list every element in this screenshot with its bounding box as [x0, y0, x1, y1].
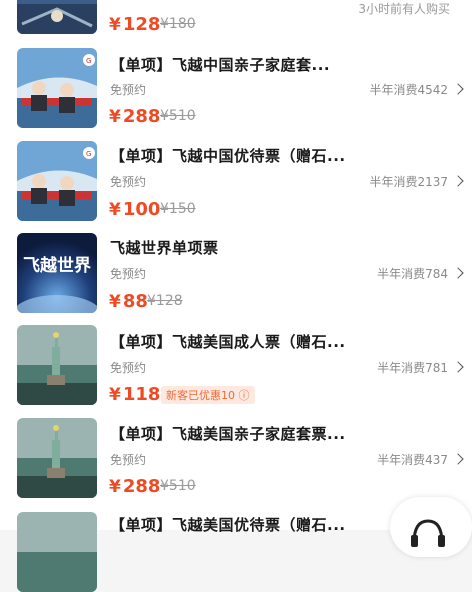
product-card-partial-top[interactable]: ¥128 ¥180 3小时前有人购买	[0, 0, 472, 46]
product-title: 【单项】飞越美国成人票（赠石...	[110, 333, 346, 351]
product-thumbnail: G	[17, 141, 97, 221]
no-reservation-tag: 免预约	[110, 175, 147, 189]
no-reservation-tag: 免预约	[110, 361, 147, 375]
statue-of-liberty-image	[17, 418, 97, 498]
original-price: ¥510	[160, 478, 196, 494]
product-thumbnail: G	[17, 48, 97, 128]
price: ¥128	[109, 14, 161, 35]
chevron-right-icon	[452, 175, 464, 187]
product-card[interactable]: G 【单项】飞越中国亲子家庭套... 免预约 半年消费4542 ¥288 ¥51…	[0, 46, 472, 139]
sales-count: 半年消费4542	[369, 83, 448, 97]
recent-purchase-note: 3小时前有人购买	[358, 2, 450, 16]
product-card[interactable]: 【单项】飞越美国亲子家庭套票... 免预约 半年消费437 ¥288 ¥510	[0, 415, 472, 507]
price: ¥288	[109, 106, 161, 127]
product-thumbnail	[17, 418, 97, 498]
statue-of-liberty-image	[17, 325, 97, 405]
chevron-right-icon	[452, 83, 464, 95]
flying-theater-image	[17, 0, 97, 34]
chevron-right-icon	[452, 267, 464, 279]
product-thumbnail	[17, 325, 97, 405]
product-thumbnail	[17, 0, 97, 34]
price: ¥88	[109, 291, 148, 312]
sales-count: 半年消费2137	[369, 175, 448, 189]
product-title: 【单项】飞越中国亲子家庭套...	[110, 56, 331, 74]
sales-count: 半年消费437	[377, 453, 448, 467]
original-price: ¥150	[160, 201, 196, 217]
price: ¥100	[109, 199, 161, 220]
product-title: 飞越世界单项票	[110, 239, 219, 257]
product-card[interactable]: G 【单项】飞越中国优待票（赠石... 免预约 半年消费2137 ¥100 ¥1…	[0, 139, 472, 231]
no-reservation-tag: 免预约	[110, 83, 147, 97]
svg-text:G: G	[86, 57, 91, 65]
flying-theater-image: G	[17, 141, 97, 221]
info-icon: ⓘ	[238, 389, 250, 402]
no-reservation-tag: 免预约	[110, 267, 147, 281]
product-title: 【单项】飞越中国优待票（赠石...	[110, 147, 346, 165]
product-card[interactable]: 飞越世界 飞越世界单项票 免预约 半年消费784 ¥88 ¥128	[0, 231, 472, 322]
sales-count: 半年消费784	[377, 267, 448, 281]
original-price: ¥128	[147, 293, 183, 309]
product-title: 【单项】飞越美国亲子家庭套票...	[110, 425, 346, 443]
headset-icon	[411, 519, 445, 547]
poster-text: 飞越世界	[23, 255, 91, 276]
sales-count: 半年消费781	[377, 361, 448, 375]
chevron-right-icon	[452, 361, 464, 373]
svg-text:G: G	[86, 150, 91, 158]
product-title: 【单项】飞越美国优待票（赠石...	[110, 516, 346, 534]
world-poster-image: 飞越世界	[17, 233, 97, 313]
price: ¥288	[109, 476, 161, 497]
no-reservation-tag: 免预约	[110, 453, 147, 467]
price: ¥118	[109, 384, 161, 405]
customer-service-button[interactable]	[390, 497, 472, 557]
new-customer-discount-badge: 新客已优惠10 ⓘ	[161, 386, 255, 404]
product-thumbnail	[17, 512, 97, 592]
product-card[interactable]: 【单项】飞越美国成人票（赠石... 免预约 半年消费781 ¥118 新客已优惠…	[0, 322, 472, 415]
product-thumbnail: 飞越世界	[17, 233, 97, 313]
original-price: ¥510	[160, 108, 196, 124]
original-price: ¥180	[160, 16, 196, 32]
chevron-right-icon	[452, 453, 464, 465]
flying-theater-image: G	[17, 48, 97, 128]
statue-of-liberty-image	[17, 512, 97, 592]
